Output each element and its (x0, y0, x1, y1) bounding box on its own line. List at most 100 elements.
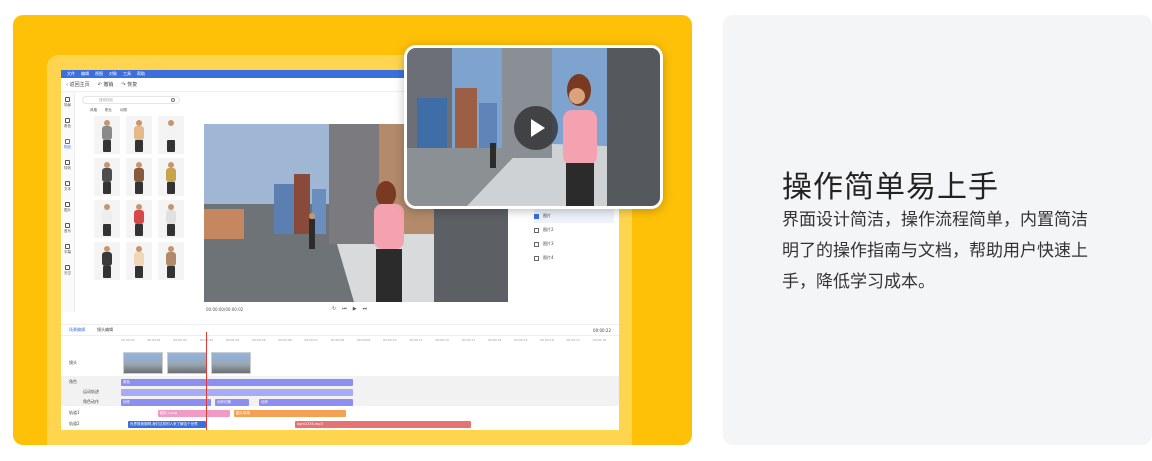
filter-dropdown[interactable]: 风格 (90, 108, 97, 113)
ruler-tick: 00:00:08 (330, 338, 345, 342)
layer-icon (534, 241, 539, 247)
menu-item[interactable]: 文件 (67, 71, 75, 77)
sidebar-item-label: 图片 (64, 208, 71, 212)
menu-item[interactable]: 工具 (123, 71, 131, 77)
layer-row[interactable]: 图片 (534, 209, 614, 223)
sidebar-item-label: 物品 (64, 145, 71, 149)
sidebar-item[interactable]: 特效 (61, 155, 74, 176)
character-thumbnail[interactable] (94, 200, 120, 238)
character-thumbnail[interactable] (126, 200, 152, 238)
character-body (166, 210, 176, 224)
next-icon[interactable]: ⏭ (363, 306, 368, 312)
loop-icon[interactable]: ↻ (332, 306, 336, 312)
text-clip[interactable]: 世界很美丽啊,我们这样的人来了解这个世界 (128, 421, 206, 428)
character-body (102, 168, 112, 182)
character-thumbnail[interactable] (126, 116, 152, 154)
shot-thumbnail[interactable] (211, 352, 251, 374)
character-thumbnail[interactable] (94, 242, 120, 280)
shot-thumbnail[interactable] (167, 352, 207, 374)
ruler-tick: 00:00:02 (173, 338, 187, 342)
character-thumbnail[interactable] (158, 116, 184, 154)
back-home-button[interactable]: ‹ 返回主页 (66, 81, 90, 88)
sidebar-item[interactable]: 图片 (61, 197, 74, 218)
preview-controls: 00:00:00/00:00:02 ↻ ⏮ ▶ ⏭ (204, 306, 508, 316)
timeline-ruler: 00:00:00 00:00:01 00:00:02 00:00:0300:00:04… (121, 338, 619, 346)
layer-label: 图片4 (543, 255, 554, 260)
layer-row[interactable]: 图片4 (534, 251, 614, 265)
play-button[interactable] (514, 106, 558, 150)
character-body (166, 126, 176, 140)
sidebar-item[interactable]: 音乐 (61, 218, 74, 239)
character-thumbnail[interactable] (158, 242, 184, 280)
sidebar-icon (65, 223, 70, 228)
play-icon[interactable]: ▶ (353, 306, 357, 312)
action-clip[interactable]: 动作 (121, 399, 211, 406)
menu-item[interactable]: 编辑 (81, 71, 89, 77)
audio-clip[interactable]: bgm1234.mp3 (295, 421, 471, 428)
image-clip[interactable]: 图片效果 (234, 410, 346, 417)
tab-shot-edit[interactable]: 镜头编辑 (97, 327, 113, 333)
feature-section: 文件 编辑 视图 对象 工具 帮助 ‹ 返回主页 ↶ 撤销 ↷ 恢复 场景 角色物… (0, 0, 1152, 461)
sidebar-item-label: 文本 (64, 187, 71, 191)
redo-button[interactable]: ↷ 恢复 (121, 81, 137, 88)
action-clip[interactable]: 动作切换 (215, 399, 249, 406)
tab-scene-edit[interactable]: 场景编辑 (69, 327, 85, 333)
character-thumbnail[interactable] (158, 158, 184, 196)
character-legs (103, 182, 111, 194)
character-thumbnail[interactable] (94, 158, 120, 196)
menu-item[interactable]: 帮助 (137, 71, 145, 77)
ruler-tick: 00:00:04 (225, 338, 240, 342)
character-thumbnail[interactable] (126, 242, 152, 280)
character-body (102, 210, 112, 224)
character-body (134, 252, 144, 266)
filter-dropdown[interactable]: 职业 (105, 108, 112, 113)
action-clip[interactable]: 动作 (259, 399, 353, 406)
undo-button[interactable]: ↶ 撤销 (98, 81, 114, 88)
menu-item[interactable]: 视图 (95, 71, 103, 77)
character-thumbnail[interactable] (94, 116, 120, 154)
sidebar-item[interactable]: 角色 (61, 113, 74, 134)
sidebar-item[interactable]: 天空 (61, 260, 74, 281)
role-clip[interactable]: 角色 (121, 379, 353, 386)
ruler-tick: 00:00:05 (252, 338, 266, 342)
character-legs (167, 224, 175, 236)
sidebar-item-label: 音乐 (64, 229, 71, 233)
ruler-tick: 00:00:11 (409, 338, 423, 342)
sidebar-item[interactable]: 字幕 (61, 239, 74, 260)
sidebar-item-label: 特效 (64, 166, 71, 170)
character-legs (135, 266, 143, 278)
layer-icon (534, 213, 539, 219)
timeline-playhead[interactable] (206, 332, 207, 430)
character-body (102, 252, 112, 266)
motion-clip[interactable] (121, 389, 353, 396)
video-preview-card[interactable] (404, 45, 663, 209)
editor-sidebar: 场景 角色物品特效文本图片音乐字幕 天空 (61, 92, 75, 312)
layer-row[interactable]: 图片2 (534, 223, 614, 237)
menu-item[interactable]: 对象 (109, 71, 117, 77)
feature-title: 操作简单易上手 (782, 170, 999, 205)
ruler-tick: 00:00:15 (514, 338, 528, 342)
asset-search-input[interactable]: 搜索物品 (82, 96, 180, 104)
character-body (166, 252, 176, 266)
track-label: 轨道2 (69, 421, 80, 426)
image-clip[interactable]: 图片1.png (158, 410, 230, 417)
character-thumbnail[interactable] (126, 158, 152, 196)
timeline-duration: 00:00:22 (593, 328, 611, 333)
prev-icon[interactable]: ⏮ (342, 306, 347, 312)
character-body (134, 210, 144, 224)
character-thumbnail[interactable] (158, 200, 184, 238)
filter-dropdown[interactable]: 动物 (120, 108, 127, 113)
track-label: 角色 (69, 379, 77, 384)
ruler-tick: 00:00:16 (540, 338, 554, 342)
shot-thumbnail[interactable] (123, 352, 163, 374)
sidebar-item[interactable]: 物品 (61, 134, 74, 155)
search-icon (171, 98, 175, 102)
sidebar-item[interactable]: 场景 (61, 92, 74, 113)
character-body (102, 126, 112, 140)
sidebar-item[interactable]: 文本 (61, 176, 74, 197)
sidebar-icon (65, 97, 70, 102)
track-label: 镜头 (69, 360, 77, 365)
layer-row[interactable]: 图片3 (534, 237, 614, 251)
layer-label: 图片3 (543, 241, 554, 246)
character-legs (103, 224, 111, 236)
